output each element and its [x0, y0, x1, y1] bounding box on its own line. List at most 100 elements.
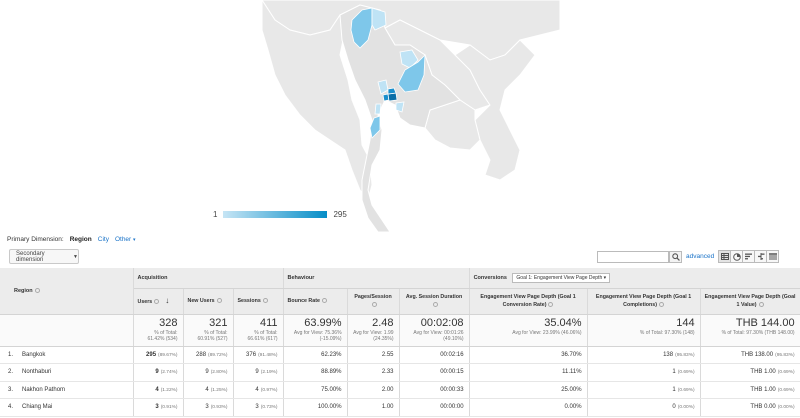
dropdown-caret-icon: ▾ — [603, 274, 607, 281]
help-icon[interactable] — [658, 302, 664, 308]
search-icon — [671, 253, 680, 261]
help-icon[interactable] — [758, 302, 764, 308]
region-link[interactable]: Bangkok — [22, 352, 45, 358]
total-sub2: 60.91% (527) — [197, 335, 228, 342]
help-icon[interactable] — [321, 298, 327, 304]
column-header-new-users[interactable]: New Users — [183, 288, 234, 315]
new-users-pct: (2.80%) — [210, 370, 228, 376]
pages-cell: 2.00 — [347, 381, 400, 399]
bounce-cell: 100.00% — [283, 398, 348, 417]
new-users-cell: 288 (89.72%) — [183, 346, 234, 364]
row-index: 3. — [8, 386, 14, 393]
pages-header-label: Pages/Session — [354, 294, 392, 300]
secondary-dimension-dropdown[interactable]: Secondary dimension ▼ — [9, 249, 79, 264]
table-row: 3. Nakhon Pathom 4 (1.22%) 4 (1.25%) 4 (0.97… — [0, 381, 800, 399]
dimension-other[interactable]: Other ▾ — [115, 236, 136, 243]
new-users-value: 288 — [196, 351, 207, 358]
column-header-goal-conversion-rate[interactable]: Engagement View Page Depth (Goal 1 Conve… — [469, 288, 588, 315]
search-button[interactable] — [669, 251, 682, 263]
duration-cell: 00:00:33 — [399, 381, 470, 399]
value-cell: THB 1.00 (0.69%) — [700, 363, 800, 382]
sessions-value: 4 — [255, 386, 259, 393]
total-pages-session: 2.48 Avg for View: 1.99 (24.35%) — [347, 314, 400, 347]
pivot-view-icon[interactable] — [766, 250, 779, 263]
total-value: 411 — [259, 316, 278, 329]
region-link[interactable]: Nonthaburi — [22, 369, 51, 375]
help-icon[interactable] — [262, 298, 268, 304]
help-icon[interactable] — [548, 302, 554, 308]
new-users-cell: 9 (2.80%) — [183, 363, 234, 382]
sessions-value: 3 — [255, 404, 259, 411]
region-link[interactable]: Chiang Mai — [22, 404, 52, 410]
conv-rate-header-label: Engagement View Page Depth (Goal 1 Conve… — [480, 294, 576, 308]
new-users-header-label: New Users — [187, 298, 215, 304]
conv-rate-cell: 36.70% — [469, 346, 588, 364]
thailand-region-map[interactable] — [0, 0, 800, 232]
region-south-b[interactable] — [374, 103, 382, 115]
view-switcher — [718, 250, 779, 263]
table-search-input[interactable] — [597, 251, 669, 263]
total-goal-value: THB 144.00% of Total: 97.30% (THB 148.00… — [700, 314, 800, 347]
completions-cell: 138 (95.83%) — [587, 346, 701, 364]
column-header-bounce-rate[interactable]: Bounce Rate — [283, 288, 348, 315]
sessions-pct: (91.48%) — [258, 352, 278, 358]
help-icon[interactable] — [34, 287, 40, 293]
duration-cell: 00:02:16 — [399, 346, 470, 364]
goal-value: THB 138.00 — [741, 351, 774, 358]
region-header-label: Region — [14, 287, 33, 294]
column-header-goal-completions[interactable]: Engagement View Page Depth (Goal 1 Compl… — [587, 288, 701, 315]
table-group-header: Region Acquisition Behaviour Conversions… — [0, 268, 800, 315]
column-header-avg-duration[interactable]: Avg. Session Duration — [399, 288, 470, 315]
users-pct: (2.74%) — [160, 370, 178, 376]
group-header-conversions: Conversions Goal 1: Engagement View Page… — [469, 268, 800, 289]
total-value: 63.99% — [304, 316, 342, 329]
total-value: 321 — [209, 316, 228, 329]
sessions-header-label: Sessions — [237, 298, 261, 304]
column-header-pages-session[interactable]: Pages/Session — [347, 288, 400, 315]
goal-value: THB 0.00 — [750, 404, 776, 411]
help-icon[interactable] — [216, 298, 222, 304]
column-header-sessions[interactable]: Sessions — [233, 288, 284, 315]
total-sub1: Avg for View: 1.99 — [353, 329, 394, 336]
goal-select-dropdown[interactable]: Goal 1: Engagement View Page Depth ▾ — [512, 272, 611, 283]
geo-map[interactable]: 1 295 — [0, 0, 800, 232]
region-link[interactable]: Nakhon Pathom — [22, 387, 65, 393]
new-users-cell: 4 (1.25%) — [183, 381, 234, 399]
goal-value: THB 1.00 — [750, 369, 776, 376]
column-header-goal-value[interactable]: Engagement View Page Depth (Goal 1 Value… — [700, 288, 800, 315]
goal-value: THB 1.00 — [750, 386, 776, 393]
users-value: 3 — [155, 404, 159, 411]
legend-min: 1 — [213, 210, 218, 219]
value-header-label: Engagement View Page Depth (Goal 1 Value… — [704, 294, 796, 308]
dimension-city[interactable]: City — [98, 236, 109, 243]
users-cell: 3 (0.91%) — [133, 398, 184, 417]
help-icon[interactable] — [371, 302, 377, 308]
completions-cell: 0 (0.00%) — [587, 398, 701, 417]
new-users-value: 9 — [205, 369, 209, 376]
total-sub1: Avg for View: 75.36% — [293, 329, 342, 336]
completions-pct: (0.00%) — [677, 405, 695, 411]
column-header-users[interactable]: Users ↓ — [133, 288, 184, 315]
conv-rate-cell: 25.00% — [469, 381, 588, 399]
sessions-pct: (0.73%) — [260, 405, 278, 411]
dimension-region[interactable]: Region — [70, 236, 92, 243]
primary-dimension-selector: Primary Dimension: Region City Other ▾ — [7, 236, 136, 243]
region-cell: 3. Nakhon Pathom — [0, 381, 134, 399]
column-header-region[interactable]: Region — [0, 268, 134, 315]
new-users-value: 4 — [205, 386, 209, 393]
sort-desc-icon[interactable]: ↓ — [165, 296, 169, 305]
bounce-cell: 62.23% — [283, 346, 348, 364]
help-icon[interactable] — [154, 298, 160, 304]
region-cell: 4. Chiang Mai — [0, 398, 134, 417]
total-sub1: Avg for View: 23.99% (46.06%) — [512, 329, 582, 336]
new-users-pct: (1.25%) — [210, 387, 228, 393]
sessions-pct: (0.97%) — [260, 387, 278, 393]
total-sub2: (-15.09%) — [319, 335, 342, 342]
advanced-filter-link[interactable]: advanced — [686, 253, 714, 260]
users-pct: (0.91%) — [160, 405, 178, 411]
bounce-cell: 75.00% — [283, 381, 348, 399]
value-cell: THB 1.00 (0.69%) — [700, 381, 800, 399]
new-users-cell: 3 (0.93%) — [183, 398, 234, 417]
total-value: 00:02:08 — [420, 316, 464, 329]
help-icon[interactable] — [432, 302, 438, 308]
